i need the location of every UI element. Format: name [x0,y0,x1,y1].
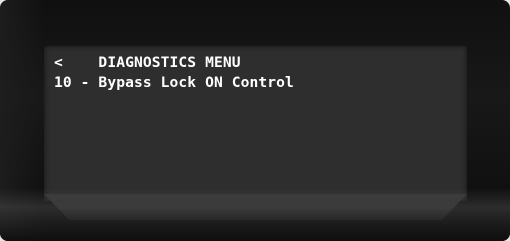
lcd-bezel: < DIAGNOSTICS MENU 10 - Bypass Lock ON C… [0,0,510,241]
bezel-shading-left [0,0,44,241]
menu-item-line: 10 - Bypass Lock ON Control [54,74,294,91]
lcd-screen: < DIAGNOSTICS MENU 10 - Bypass Lock ON C… [44,46,467,201]
screen-lower-bevel [44,194,467,220]
menu-title-line: < DIAGNOSTICS MENU [54,54,241,71]
